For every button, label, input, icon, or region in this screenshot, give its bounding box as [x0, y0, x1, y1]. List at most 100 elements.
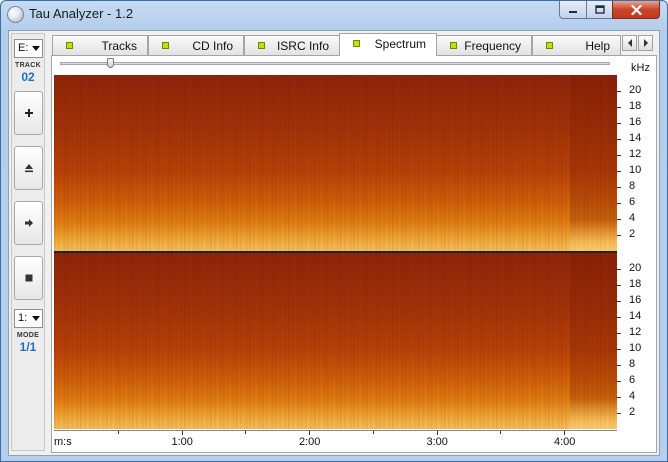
frequency-axis-right-label: 20	[629, 262, 642, 274]
tab-strip: Tracks CD Info ISRC Info Spectrum Freque…	[52, 33, 638, 56]
tab-tracks[interactable]: Tracks	[52, 35, 148, 55]
time-axis-tick	[181, 431, 183, 435]
eject-button[interactable]	[14, 146, 43, 190]
close-button[interactable]	[612, 1, 660, 19]
client-area: E: TRACK 02 1: MODE 1/1 Tracks CD Info I…	[8, 30, 660, 456]
time-axis-tick	[309, 431, 310, 435]
time-axis-minor-tick	[500, 431, 502, 434]
time-axis-minor-tick	[372, 431, 374, 434]
time-axis-tick	[436, 431, 438, 435]
mode-select[interactable]: 1:	[14, 309, 43, 328]
chevron-left-icon	[627, 39, 632, 47]
frequency-axis-right-tick	[617, 285, 621, 286]
frequency-axis-left-label: 8	[629, 180, 636, 192]
frequency-axis-right-tick	[617, 365, 621, 366]
spectrogram-channel-right[interactable]	[54, 253, 617, 429]
frequency-axis-left-label: 18	[629, 100, 642, 112]
frequency-axis-left-label: 14	[629, 132, 642, 144]
frequency-axis-right-tick	[617, 269, 621, 270]
tab-label: Help	[585, 39, 610, 53]
stop-button[interactable]	[14, 256, 43, 300]
frequency-axis-right-label: 16	[629, 294, 642, 306]
frequency-axis-left-label: 2	[629, 228, 636, 240]
add-button[interactable]	[14, 91, 43, 135]
app-window: Tau Analyzer - 1.2 E: TRACK 02 1: MODE 1…	[0, 0, 668, 462]
frequency-axis-right-label: 4	[629, 390, 636, 402]
status-led-icon	[258, 42, 265, 49]
time-axis-tick	[564, 431, 565, 435]
spectrogram-channel-left[interactable]	[54, 75, 617, 251]
mode-label: MODE	[16, 332, 40, 339]
tab-scroll-left-button[interactable]	[622, 35, 637, 51]
stop-icon	[25, 274, 32, 282]
spectrogram-fade-region	[570, 75, 617, 251]
mode-value: 1/1	[19, 340, 37, 354]
frequency-axis-left-tick	[617, 235, 621, 236]
drive-select[interactable]: E:	[14, 39, 43, 58]
app-icon	[7, 6, 24, 23]
zoom-slider-thumb[interactable]	[106, 58, 114, 68]
tab-label: ISRC Info	[276, 39, 329, 53]
frequency-axis-right-label: 18	[629, 278, 642, 290]
chevron-down-icon	[32, 46, 40, 51]
frequency-axis-right-tick	[617, 397, 621, 398]
frequency-axis-left-tick	[617, 139, 621, 140]
tab-cd-info[interactable]: CD Info	[148, 35, 244, 55]
frequency-axis-left: 20 18 16 14 12 10 8 6 4 2	[617, 75, 657, 251]
unit-label: kHz	[631, 62, 650, 74]
close-icon	[630, 4, 642, 15]
frequency-axis-left-tick	[617, 171, 621, 172]
frequency-axis-right-label: 10	[629, 342, 642, 354]
time-axis-minor-tick	[245, 431, 247, 434]
time-axis-label: 3:00	[426, 436, 448, 448]
maximize-icon	[594, 5, 605, 14]
maximize-button[interactable]	[586, 1, 613, 19]
frequency-axis-right-label: 8	[629, 358, 636, 370]
frequency-axis-left-tick	[617, 219, 621, 220]
mode-select-value: 1:	[18, 312, 28, 324]
frequency-axis-right-tick	[617, 413, 621, 414]
minimize-button[interactable]	[559, 1, 587, 19]
arrow-right-icon	[24, 219, 33, 227]
frequency-axis-right-tick	[617, 301, 621, 302]
spectrum-panel: kHz 20 18 16 14 12 10 8 6 4 2 20 18 16 14 12 10 8 6 4 2 m:…	[51, 55, 657, 453]
play-button[interactable]	[14, 201, 43, 245]
frequency-axis-left-tick	[617, 107, 621, 108]
frequency-axis-left-tick	[617, 123, 621, 124]
zoom-slider[interactable]	[60, 62, 610, 65]
frequency-axis-left-label: 4	[629, 212, 636, 224]
tab-isrc-info[interactable]: ISRC Info	[244, 35, 340, 55]
spectrogram-fade-region	[570, 253, 617, 429]
minimize-icon	[569, 10, 577, 13]
frequency-axis-left-tick	[617, 91, 621, 92]
frequency-axis-right-tick	[617, 349, 621, 350]
frequency-axis-left-label: 10	[629, 164, 642, 176]
tab-spectrum[interactable]: Spectrum	[339, 33, 437, 56]
frequency-axis-right-label: 2	[629, 406, 636, 418]
tab-help[interactable]: Help	[532, 35, 621, 55]
window-title: Tau Analyzer - 1.2	[29, 6, 134, 21]
track-label: TRACK	[15, 62, 41, 69]
tab-scroll-right-button[interactable]	[638, 35, 653, 51]
time-axis-label: 2:00	[299, 436, 321, 448]
frequency-axis-right-tick	[617, 333, 621, 334]
tab-frequency[interactable]: Frequency	[436, 35, 532, 55]
track-number: 02	[21, 70, 35, 84]
frequency-axis-left-label: 12	[629, 148, 642, 160]
plus-icon	[24, 109, 33, 117]
chevron-right-icon	[643, 39, 648, 47]
time-axis-label: 1:00	[171, 436, 193, 448]
time-axis: m:s 1:00 2:00 3:00 4:00	[54, 430, 617, 451]
frequency-axis-right: 20 18 16 14 12 10 8 6 4 2	[617, 253, 657, 429]
frequency-axis-left-tick	[617, 155, 621, 156]
frequency-axis-left-label: 16	[629, 116, 642, 128]
frequency-axis-right-label: 12	[629, 326, 642, 338]
drive-select-value: E:	[18, 42, 29, 54]
status-led-icon	[353, 40, 360, 47]
frequency-axis-right-label: 6	[629, 374, 636, 386]
title-bar[interactable]: Tau Analyzer - 1.2	[1, 1, 667, 29]
frequency-axis-left-tick	[617, 203, 621, 204]
chevron-down-icon	[32, 316, 40, 321]
tab-label: CD Info	[192, 39, 233, 53]
frequency-axis-right-tick	[617, 317, 621, 318]
